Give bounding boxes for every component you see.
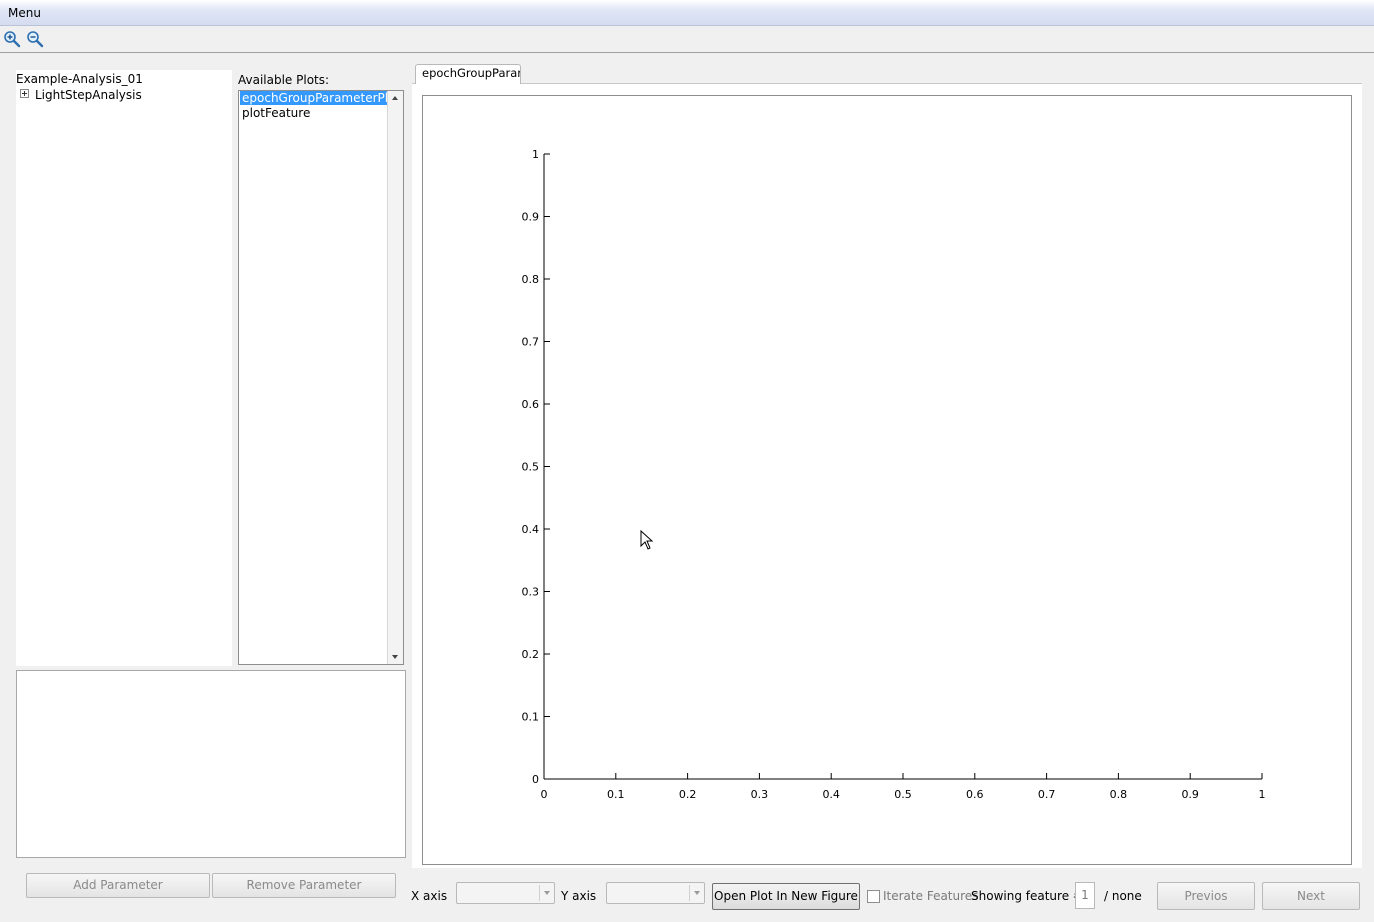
- y-tick-label: 0.7: [522, 336, 540, 349]
- x-tick-label: 1: [1259, 788, 1266, 801]
- x-tick-label: 0.3: [751, 788, 769, 801]
- tab-epochgroupparameterplot[interactable]: epochGroupParameterPlot: [415, 64, 521, 84]
- tab-label: epochGroupParameterPlot: [422, 66, 520, 80]
- tree-node-lightstepanalysis[interactable]: LightStepAnalysis: [35, 88, 142, 102]
- menu-item-menu[interactable]: Menu: [8, 6, 41, 20]
- list-item-plotfeature[interactable]: plotFeature: [240, 106, 312, 120]
- menu-bar: [0, 0, 1374, 26]
- zoom-in-icon: [4, 31, 21, 48]
- x-tick-label: 0.6: [966, 788, 984, 801]
- available-plots-label: Available Plots:: [238, 73, 330, 87]
- previous-button[interactable]: Previos: [1157, 882, 1255, 910]
- y-tick-label: 1: [532, 148, 539, 161]
- y-tick-label: 0.3: [522, 586, 540, 599]
- zoom-in-button[interactable]: [2, 29, 22, 49]
- x-tick-label: 0.5: [894, 788, 912, 801]
- y-tick-label: 0.5: [522, 461, 540, 474]
- parameter-panel: [16, 670, 406, 858]
- x-tick-label: 0.8: [1110, 788, 1128, 801]
- y-tick-label: 0.9: [522, 211, 540, 224]
- y-tick-label: 0.2: [522, 648, 540, 661]
- x-tick-label: 0.4: [822, 788, 840, 801]
- toolbar: [0, 26, 1374, 53]
- showing-feature-label: Showing feature #: [971, 889, 1083, 903]
- x-tick-label: 0.2: [679, 788, 697, 801]
- mouse-cursor-icon: [640, 530, 654, 550]
- zoom-out-button[interactable]: [25, 29, 45, 49]
- analysis-tree: [16, 70, 232, 666]
- feature-number-field[interactable]: 1: [1075, 882, 1095, 909]
- x-axis-select[interactable]: [456, 882, 555, 904]
- zoom-out-icon: [27, 31, 44, 48]
- remove-parameter-button[interactable]: Remove Parameter: [212, 873, 396, 898]
- list-scrollbar[interactable]: [387, 91, 403, 664]
- y-axis-label: Y axis: [561, 889, 597, 903]
- y-tick-label: 0: [532, 773, 539, 786]
- select-separator: [539, 885, 540, 901]
- y-tick-label: 0.6: [522, 398, 540, 411]
- scroll-down-icon[interactable]: [392, 655, 398, 659]
- plot-axes: 0 0.1 0.2 0.3 0.4 0.5 0.6 0.7 0.8 0.9 1 0 0.1 0.2 0.3 0…: [522, 148, 1266, 801]
- iterate-features-label: Iterate Features: [883, 889, 979, 903]
- add-parameter-button[interactable]: Add Parameter: [26, 873, 210, 898]
- x-tick-label: 0.7: [1038, 788, 1056, 801]
- x-tick-label: 0.9: [1181, 788, 1199, 801]
- select-separator: [689, 885, 690, 901]
- y-tick-label: 0.1: [522, 711, 540, 724]
- feature-total-label: / none: [1104, 889, 1142, 903]
- iterate-features-checkbox[interactable]: [867, 890, 880, 903]
- list-item-epochgroupparameterplot[interactable]: epochGroupParameterPlot: [240, 91, 403, 105]
- y-axis-select[interactable]: [606, 882, 705, 904]
- scroll-up-icon[interactable]: [392, 96, 398, 100]
- x-axis-label: X axis: [411, 889, 448, 903]
- x-tick-label: 0.1: [607, 788, 625, 801]
- next-button[interactable]: Next: [1262, 882, 1360, 910]
- y-tick-label: 0.8: [522, 273, 540, 286]
- chevron-down-icon: [694, 891, 700, 895]
- x-tick-label: 0: [541, 788, 548, 801]
- chevron-down-icon: [544, 891, 550, 895]
- open-plot-new-figure-button[interactable]: Open Plot In New Figure: [712, 883, 860, 910]
- expand-icon[interactable]: [20, 89, 29, 98]
- available-plots-list[interactable]: epochGroupParameterPlot plotFeature: [238, 90, 404, 665]
- y-tick-label: 0.4: [522, 523, 540, 536]
- tree-root-node[interactable]: Example-Analysis_01: [16, 72, 143, 86]
